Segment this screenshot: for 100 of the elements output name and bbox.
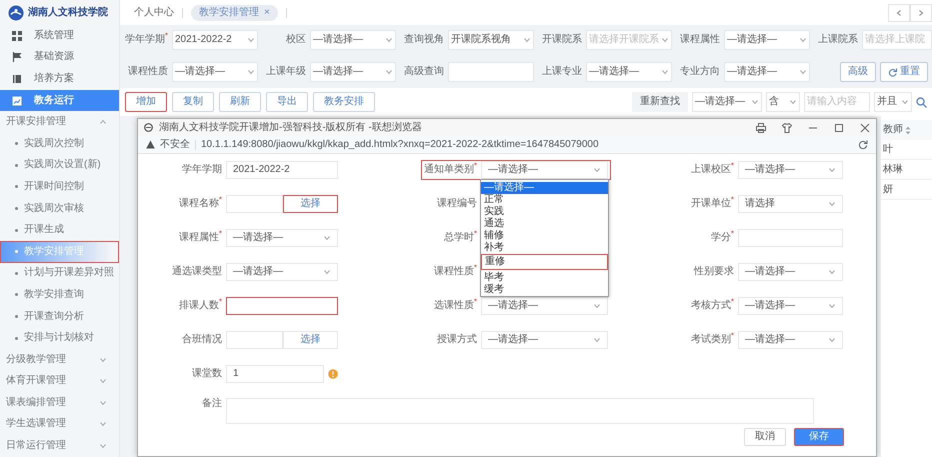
select-field[interactable]: 含 xyxy=(766,92,800,112)
toolbar-button[interactable]: 导出 xyxy=(266,92,308,112)
chevron-down-icon xyxy=(323,234,331,242)
field-label: 专业方向 xyxy=(679,66,720,78)
select-field[interactable]: 2021-2022-2 xyxy=(172,30,258,50)
select-field[interactable]: —请选择— xyxy=(172,62,258,82)
sidebar-item[interactable]: 计划与开课差异对照 xyxy=(0,262,119,284)
sidebar-group[interactable]: 日常运行管理 xyxy=(0,435,119,457)
reset-button[interactable]: 重置 xyxy=(880,62,928,82)
select-field[interactable]: —请选择— xyxy=(481,161,608,179)
sidebar-item[interactable]: 教务运行 xyxy=(0,90,119,112)
sidebar-group[interactable]: 分级教学管理 xyxy=(0,348,119,370)
select-field[interactable]: 请选择 xyxy=(738,195,843,213)
close-button[interactable]: × xyxy=(264,6,270,18)
select-button[interactable]: 选择 xyxy=(283,331,338,349)
column-header: 教师 xyxy=(883,124,903,136)
select-field[interactable]: —请选择— xyxy=(724,62,810,82)
sidebar-group[interactable]: 开课安排管理 xyxy=(0,111,119,133)
chevron-down-icon xyxy=(828,166,836,174)
warning-icon xyxy=(146,140,155,149)
field-label: 合班情况 xyxy=(182,334,222,346)
dropdown-option[interactable]: 实践 xyxy=(481,206,608,218)
select-field[interactable]: —请选择— xyxy=(724,30,810,50)
chevron-down-icon xyxy=(323,268,331,276)
chevron-down-icon xyxy=(799,36,807,44)
toolbar-button[interactable]: 教务安排 xyxy=(313,92,375,112)
toolbar-button[interactable]: 复制 xyxy=(172,92,214,112)
field-label: 上课校区$^{*}$ xyxy=(690,164,734,176)
reload-icon[interactable] xyxy=(858,140,868,150)
select-field[interactable]: —请选择— xyxy=(481,297,608,315)
sidebar-group[interactable]: 课表编排管理 xyxy=(0,392,119,414)
select-button[interactable]: 选择 xyxy=(283,195,338,213)
chevron-down-icon xyxy=(247,68,255,76)
bullet-icon xyxy=(15,142,18,146)
cancel-button[interactable]: 取消 xyxy=(744,428,786,446)
tab[interactable]: 教学安排管理 × xyxy=(191,4,278,20)
input-field[interactable] xyxy=(226,297,338,315)
field-label: 上课院系 xyxy=(817,34,858,46)
sidebar-item[interactable]: 实践周次设置(新) xyxy=(0,154,119,176)
logo-icon xyxy=(8,4,24,20)
field-label: 课程名称$^{*}$ xyxy=(178,198,222,210)
field-label: 课程属性$^{*}$ xyxy=(178,232,222,244)
select-field[interactable]: —请选择— xyxy=(738,331,843,349)
save-button[interactable]: 保存 xyxy=(794,428,844,446)
url-text: 10.1.1.149:8080/jiaowu/kkgl/kkap_add.htmlx?xnxq=2021-2022-2&tktime=1647845079000 xyxy=(201,138,599,150)
select-field[interactable]: —请选择— xyxy=(738,161,843,179)
shirt-icon[interactable] xyxy=(782,122,792,132)
sidebar-item[interactable]: 系统管理 xyxy=(0,25,119,47)
sidebar-item[interactable]: 安排与计划核对 xyxy=(0,327,119,349)
dropdown-option[interactable]: 正常 xyxy=(481,194,608,206)
select-field[interactable]: 开课院系视角 xyxy=(448,30,534,50)
select-field[interactable]: —请选择— xyxy=(738,263,843,281)
chevron-down-icon xyxy=(247,36,255,44)
select-field[interactable]: —请选择— xyxy=(310,62,396,82)
select-field[interactable]: 并且 xyxy=(874,92,912,112)
window-title: 湖南人文科技学院开课增加-强智科技-版权所有 -联想浏览器 xyxy=(159,122,422,134)
advanced-button[interactable]: 高级 xyxy=(840,62,876,82)
dropdown-option[interactable]: 辅修 xyxy=(481,230,608,242)
dropdown-option[interactable]: 缓考 xyxy=(481,284,608,296)
sidebar-item[interactable]: 实践周次审核 xyxy=(0,198,119,220)
toolbar-button[interactable]: 刷新 xyxy=(219,92,261,112)
select-field[interactable]: —请选择— xyxy=(586,62,672,82)
dropdown-option[interactable]: 毕考 xyxy=(481,272,608,284)
sidebar-item[interactable]: 培养方案 xyxy=(0,68,119,90)
field-label: 学分$^{*}$ xyxy=(710,232,734,244)
sidebar-group[interactable]: 体育开课管理 xyxy=(0,370,119,392)
select-field[interactable]: —请选择— xyxy=(310,30,396,50)
chevron-down-icon xyxy=(828,302,836,310)
select-field[interactable]: —请选择— xyxy=(226,263,338,281)
dropdown-option[interactable]: —请选择— xyxy=(481,182,608,194)
chevron-down-icon xyxy=(901,98,909,106)
input-field[interactable]: 2021-2022-2 xyxy=(226,161,338,179)
select-field[interactable]: —请选择— xyxy=(481,331,608,349)
sidebar-item[interactable]: 教学安排查询 xyxy=(0,284,119,306)
sidebar-item[interactable]: 基础资源 xyxy=(0,46,119,68)
sidebar-group[interactable]: 学生选课管理 xyxy=(0,414,119,436)
field-label: 学年学期 xyxy=(182,164,222,176)
maximize-icon[interactable] xyxy=(834,122,844,132)
logo-text: 湖南人文科技学院 xyxy=(28,6,108,18)
sidebar-item[interactable]: 开课时间控制 xyxy=(0,176,119,198)
home-tab[interactable]: 个人中心 xyxy=(134,6,174,18)
print-icon[interactable] xyxy=(756,122,766,132)
chevron-down-icon xyxy=(523,36,531,44)
toolbar-button[interactable]: 增加 xyxy=(125,92,167,112)
chevron-down-icon xyxy=(751,98,759,106)
dropdown-option[interactable]: 通选 xyxy=(481,218,608,230)
search-icon[interactable] xyxy=(916,96,927,108)
field-label: 课程编号 xyxy=(437,198,477,210)
sidebar-item[interactable]: 实践周次控制 xyxy=(0,132,119,155)
dropdown-option[interactable]: 补考 xyxy=(481,242,608,254)
select-field[interactable]: —请选择— xyxy=(738,297,843,315)
input-field[interactable]: 1 xyxy=(226,365,324,383)
sidebar-item[interactable]: 开课生成 xyxy=(0,219,119,241)
close-icon[interactable] xyxy=(860,122,870,132)
select-field[interactable]: —请选择— xyxy=(226,229,338,247)
select-field[interactable]: —请选择— xyxy=(692,92,762,112)
sidebar-item[interactable]: 开课查询分析 xyxy=(0,306,119,328)
field-label: 备注 xyxy=(201,398,223,410)
field-label: 校区 xyxy=(285,34,306,46)
field-label: 通选课类型 xyxy=(172,266,222,278)
